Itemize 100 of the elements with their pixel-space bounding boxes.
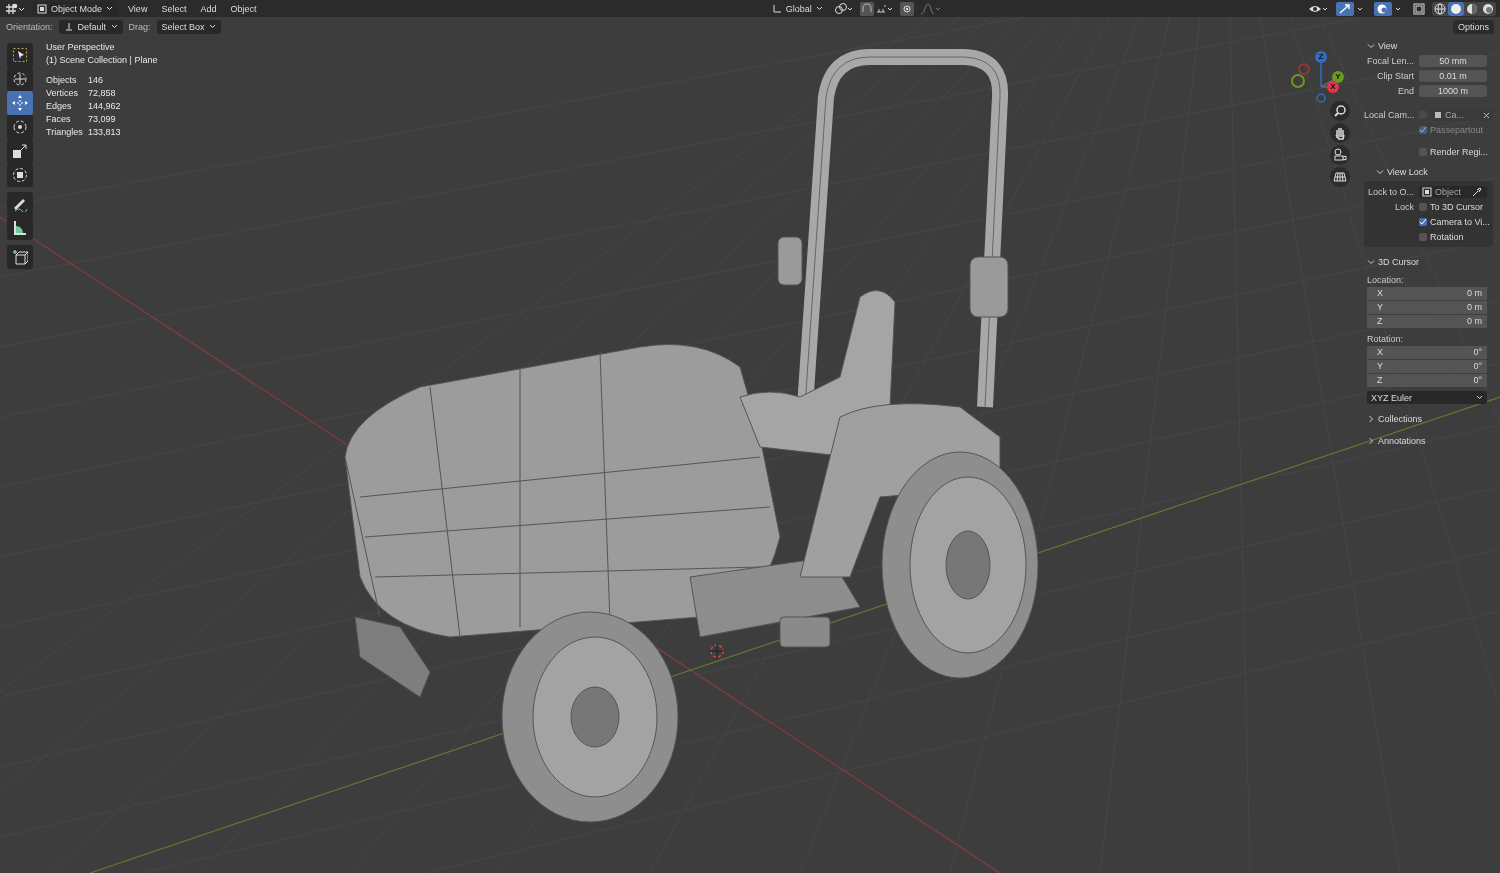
3d-cursor-icon (708, 642, 726, 660)
caret-icon (208, 24, 216, 29)
stat-label: Objects (46, 75, 78, 85)
eyedropper-icon[interactable] (1472, 187, 1482, 197)
shading-mode-button[interactable] (1464, 1, 1480, 16)
measure-icon (12, 220, 28, 236)
caret-icon (110, 24, 118, 29)
shading-mode-button[interactable] (1448, 1, 1464, 16)
zoom-icon[interactable] (1330, 101, 1350, 121)
shading-mode-button[interactable] (1480, 1, 1496, 16)
rotate-tool-button[interactable] (7, 115, 33, 139)
object-field[interactable]: Object (1419, 186, 1487, 198)
number-field[interactable]: X 0° (1367, 346, 1487, 359)
panel-header[interactable]: Annotations (1364, 434, 1493, 448)
checkbox[interactable] (1419, 203, 1427, 211)
object-icon (1434, 111, 1442, 119)
pivot-icon (63, 21, 74, 32)
snap-magnet-icon[interactable] (859, 1, 894, 16)
axis-handle[interactable]: X (1327, 81, 1339, 93)
checkbox-label: Camera to Vi... (1430, 217, 1490, 227)
move-icon (12, 95, 28, 111)
field-label: End (1397, 86, 1415, 96)
add-cube-icon (12, 249, 28, 265)
number-field[interactable]: 1000 m (1419, 85, 1487, 97)
move-tool-button[interactable] (7, 91, 33, 115)
clear-x-icon[interactable] (1483, 111, 1490, 119)
menu-item[interactable]: Object (226, 3, 261, 14)
hand-pan-icon[interactable] (1330, 123, 1350, 143)
stat-label: Triangles (46, 127, 84, 137)
menu-item[interactable]: Select (157, 3, 191, 14)
options-button[interactable]: Options (1452, 19, 1494, 34)
field-label: Focal Len... (1365, 56, 1415, 66)
pivot-link-icon[interactable] (833, 2, 854, 15)
rotation-mode-dropdown[interactable]: XYZ Euler (1367, 391, 1487, 404)
group-label: Rotation: (1367, 334, 1405, 344)
falloff-curve-icon[interactable] (919, 2, 942, 15)
collection-text: (1) Scene Collection | Plane (46, 55, 158, 65)
number-field[interactable]: Z 0 m (1367, 315, 1487, 328)
stat-value: 133,813 (88, 127, 122, 137)
number-field[interactable]: X 0 m (1367, 287, 1487, 300)
proportional-edit-icon[interactable] (899, 1, 914, 16)
caret-icon (815, 6, 823, 11)
annotate-tool-button[interactable] (7, 192, 33, 216)
view-name-text: User Perspective (46, 42, 116, 52)
checkbox-label: Passepartout (1430, 125, 1484, 135)
select-box-icon (12, 47, 28, 63)
axis-handle[interactable]: Y (1332, 71, 1344, 83)
cursor-icon (12, 71, 28, 87)
axes-icon (771, 3, 782, 14)
transform-tool-button[interactable] (7, 163, 33, 187)
checkbox-label: Rotation (1430, 232, 1464, 242)
chevron-icon (1367, 42, 1375, 50)
number-field[interactable]: Y 0° (1367, 360, 1487, 373)
panel-header[interactable]: 3D Cursor (1364, 255, 1493, 269)
transform-orientation-dropdown[interactable]: Global (766, 1, 828, 16)
stat-label: Edges (46, 101, 73, 111)
object-mode-icon (37, 3, 47, 14)
panel-header[interactable]: View (1364, 39, 1493, 53)
cursor-tool-button[interactable] (7, 67, 33, 91)
chevron-icon (1367, 258, 1375, 266)
checkbox[interactable] (1419, 126, 1427, 134)
subpanel-header[interactable]: View Lock (1364, 165, 1493, 179)
rotate-icon (12, 119, 28, 135)
measure-tool-button[interactable] (7, 216, 33, 240)
mode-dropdown[interactable]: Object Mode (32, 1, 119, 16)
checkbox[interactable] (1419, 233, 1427, 241)
xray-toggle-icon[interactable] (1412, 1, 1426, 16)
field-label: Lock (1394, 202, 1415, 212)
camera-field[interactable]: Ca... (1431, 109, 1493, 121)
transform-icon (12, 167, 28, 183)
menu-item[interactable]: View (124, 3, 152, 14)
object-name-input[interactable]: Object (1435, 187, 1469, 197)
drag-label: Drag: (128, 21, 151, 32)
field-label: Local Cam... (1364, 110, 1416, 120)
select-box-tool-button[interactable] (7, 43, 33, 67)
stat-value: 72,858 (88, 88, 117, 98)
scale-icon (12, 143, 28, 159)
number-field[interactable]: Y 0 m (1367, 301, 1487, 314)
shading-mode-button[interactable] (1432, 1, 1448, 16)
panel-header[interactable]: Collections (1364, 412, 1493, 426)
checkbox[interactable] (1419, 218, 1427, 226)
stat-label: Faces (46, 114, 72, 124)
menu-item[interactable]: Add (196, 3, 221, 14)
grid-icon[interactable] (1330, 167, 1350, 187)
camera-icon[interactable] (1330, 145, 1350, 165)
stat-label: Vertices (46, 88, 79, 98)
editor-type-icon[interactable] (4, 2, 26, 15)
axis-handle[interactable]: Z (1315, 51, 1327, 63)
orientation-dropdown[interactable]: Default (58, 19, 123, 34)
field-label: Lock to O... (1366, 187, 1415, 197)
add-cube-tool-button[interactable] (7, 245, 33, 269)
number-field[interactable]: 0.01 m (1419, 70, 1487, 82)
number-field[interactable]: 50 mm (1419, 55, 1487, 67)
drag-dropdown[interactable]: Select Box (156, 19, 221, 34)
chevron-icon (1376, 168, 1384, 176)
group-label: Location: (1367, 275, 1405, 285)
checkbox-label: To 3D Cursor (1430, 202, 1483, 212)
number-field[interactable]: Z 0° (1367, 374, 1487, 387)
stat-value: 146 (88, 75, 105, 85)
negative-axis-circle[interactable] (1291, 74, 1305, 88)
